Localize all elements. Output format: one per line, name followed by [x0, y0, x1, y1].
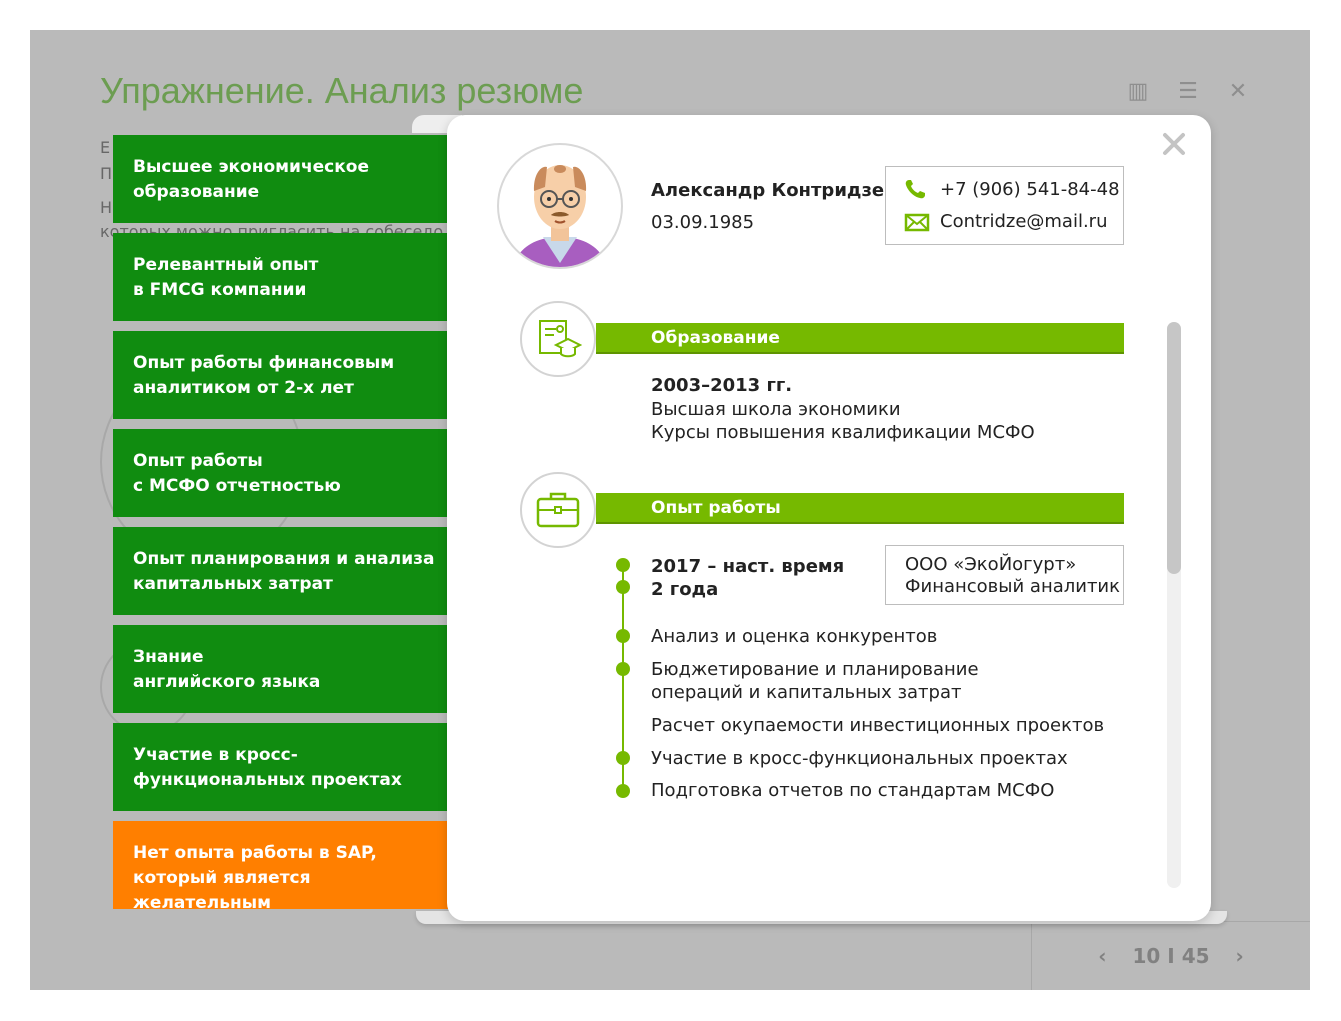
timeline-dot	[616, 558, 630, 572]
criterion-card: Опыт работы финансовым аналитиком от 2-х…	[113, 331, 448, 419]
criterion-card: Знание английского языка	[113, 625, 448, 713]
duty-item: Бюджетирование и планирование операций и…	[651, 659, 979, 703]
email-row: Contridze@mail.ru	[904, 211, 1108, 232]
company-box: ООО «ЭкоЙогурт» Финансовый аналитик	[885, 545, 1124, 605]
phone-number: +7 (906) 541-84-48	[940, 178, 1120, 200]
criterion-card: Участие в кросс- функциональных проектах	[113, 723, 448, 811]
scrollbar[interactable]	[1167, 322, 1181, 888]
duty-item: Расчет окупаемости инвестиционных проект…	[651, 715, 1105, 736]
duty-item: Анализ и оценка конкурентов	[651, 626, 938, 647]
criterion-card: Релевантный опыт в FMCG компании	[113, 233, 448, 321]
duty-item: Подготовка отчетов по стандартам МСФО	[651, 780, 1055, 801]
candidate-dob: 03.09.1985	[651, 212, 755, 233]
timeline-dot	[616, 662, 630, 676]
diploma-icon	[539, 320, 582, 358]
criterion-card: Высшее экономическое образование	[113, 135, 448, 223]
job-period: 2017 – наст. время 2 года	[651, 556, 845, 600]
email-icon	[904, 213, 930, 231]
education-section-badge	[520, 301, 596, 377]
criterion-card-negative: Нет опыта работы в SAP, который является…	[113, 821, 448, 913]
criterion-card: Опыт работы с МСФО отчетностью	[113, 429, 448, 517]
avatar	[497, 143, 623, 269]
timeline-dot	[616, 751, 630, 765]
criterion-card: Опыт планирования и анализа капитальных …	[113, 527, 448, 615]
phone-row: +7 (906) 541-84-48	[904, 178, 1120, 200]
section-header-education: Образование	[596, 323, 1124, 354]
experience-section-badge	[520, 472, 596, 548]
duty-item: Участие в кросс-функциональных проектах	[651, 748, 1068, 769]
candidate-name: Александр Контридзе	[651, 180, 885, 201]
email-address: Contridze@mail.ru	[940, 211, 1108, 232]
close-icon[interactable]	[1160, 130, 1188, 158]
avatar-illustration	[513, 165, 607, 267]
education-years: 2003–2013 гг.	[651, 375, 793, 396]
education-line: Курсы повышения квалификации МСФО	[651, 422, 1035, 443]
section-header-experience: Опыт работы	[596, 493, 1124, 524]
phone-icon	[905, 180, 925, 199]
scrollbar-thumb[interactable]	[1167, 322, 1181, 574]
briefcase-icon	[536, 492, 580, 528]
timeline-dot	[616, 580, 630, 594]
education-line: Высшая школа экономики	[651, 399, 901, 420]
timeline-dot	[616, 629, 630, 643]
timeline-dot	[616, 784, 630, 798]
contact-box: +7 (906) 541-84-48 Contridze@mail.ru	[885, 166, 1124, 245]
